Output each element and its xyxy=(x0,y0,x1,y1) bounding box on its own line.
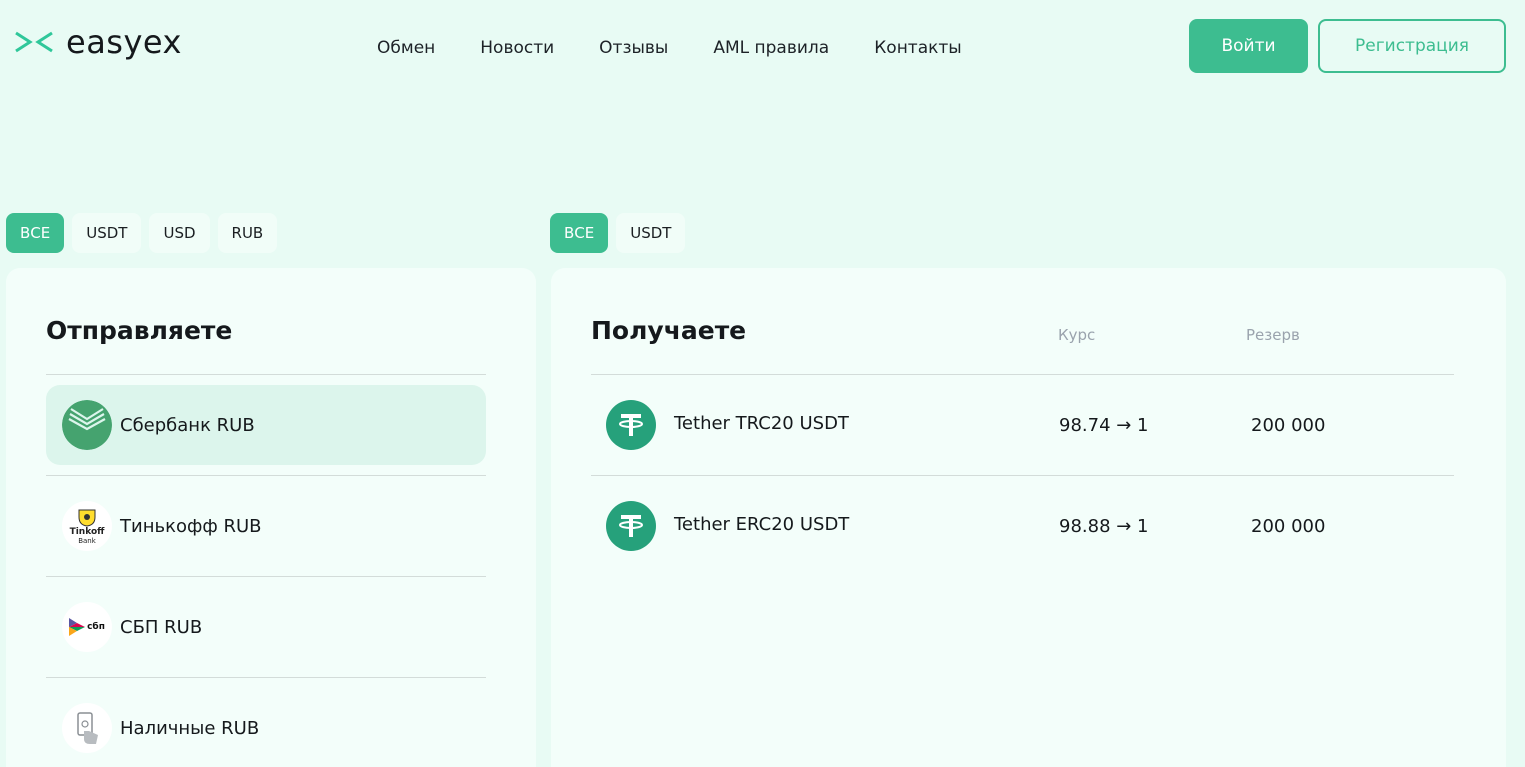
send-item-label: Сбербанк RUB xyxy=(120,414,255,436)
logo-arrows-icon xyxy=(15,31,53,53)
login-button[interactable]: Войти xyxy=(1189,19,1308,73)
logo-text: easyex xyxy=(66,23,182,61)
send-item-cash[interactable]: Наличные RUB xyxy=(46,688,486,767)
receive-row-reserve: 200 000 xyxy=(1251,415,1326,436)
sbp-icon: сбп xyxy=(62,602,112,652)
main-nav: Обмен Новости Отзывы AML правила Контакт… xyxy=(377,36,962,60)
send-title: Отправляете xyxy=(46,316,233,345)
sberbank-icon xyxy=(62,400,112,450)
send-item-sbp[interactable]: сбп СБП RUB xyxy=(46,587,486,667)
receive-title: Получаете xyxy=(591,316,747,345)
receive-filter-usdt[interactable]: USDT xyxy=(616,213,686,253)
nav-reviews[interactable]: Отзывы xyxy=(599,36,668,60)
tether-icon xyxy=(606,501,656,551)
tether-icon xyxy=(606,400,656,450)
send-filter-all[interactable]: ВСЕ xyxy=(6,213,65,253)
send-item-label: СБП RUB xyxy=(120,616,203,638)
nav-contacts[interactable]: Контакты xyxy=(874,36,962,60)
sbp-icon-text: сбп xyxy=(87,622,105,632)
receive-row-rate: 98.88 → 1 xyxy=(1059,516,1149,537)
nav-news[interactable]: Новости xyxy=(480,36,554,60)
send-panel: Отправляете Сбербанк RUB Tinkoff Bank Ти… xyxy=(6,268,536,767)
send-filter-usd[interactable]: USD xyxy=(149,213,210,253)
send-item-label: Тинькофф RUB xyxy=(120,515,262,537)
divider xyxy=(46,475,486,476)
tinkoff-icon-subtext: Bank xyxy=(78,537,96,545)
divider xyxy=(46,374,486,375)
tinkoff-icon-text: Tinkoff xyxy=(69,527,105,537)
cash-icon xyxy=(62,703,112,753)
send-filter-usdt[interactable]: USDT xyxy=(72,213,142,253)
receive-row-name: Tether ERC20 USDT xyxy=(674,514,850,535)
register-button[interactable]: Регистрация xyxy=(1318,19,1506,73)
receive-row-reserve: 200 000 xyxy=(1251,516,1326,537)
divider xyxy=(46,677,486,678)
send-filter-tabs: ВСЕ USDT USD RUB xyxy=(6,213,278,253)
rate-column-header: Курс xyxy=(1058,326,1096,344)
logo[interactable]: easyex xyxy=(14,26,182,58)
receive-filter-all[interactable]: ВСЕ xyxy=(550,213,609,253)
receive-filter-tabs: ВСЕ USDT xyxy=(550,213,686,253)
receive-row-name: Tether TRC20 USDT xyxy=(674,413,849,434)
nav-exchange[interactable]: Обмен xyxy=(377,36,435,60)
reserve-column-header: Резерв xyxy=(1246,326,1300,344)
send-filter-rub[interactable]: RUB xyxy=(217,213,278,253)
receive-row-erc20[interactable]: Tether ERC20 USDT 98.88 → 1 200 000 xyxy=(591,476,1454,576)
send-item-sberbank[interactable]: Сбербанк RUB xyxy=(46,385,486,465)
receive-row-rate: 98.74 → 1 xyxy=(1059,415,1149,436)
tinkoff-icon: Tinkoff Bank xyxy=(62,501,112,551)
send-item-label: Наличные RUB xyxy=(120,717,260,739)
divider xyxy=(46,576,486,577)
receive-row-trc20[interactable]: Tether TRC20 USDT 98.74 → 1 200 000 xyxy=(591,375,1454,475)
send-item-tinkoff[interactable]: Tinkoff Bank Тинькофф RUB xyxy=(46,486,486,566)
nav-aml-rules[interactable]: AML правила xyxy=(713,36,829,60)
receive-panel: Получаете Курс Резерв Tether TRC20 USDT … xyxy=(551,268,1506,767)
